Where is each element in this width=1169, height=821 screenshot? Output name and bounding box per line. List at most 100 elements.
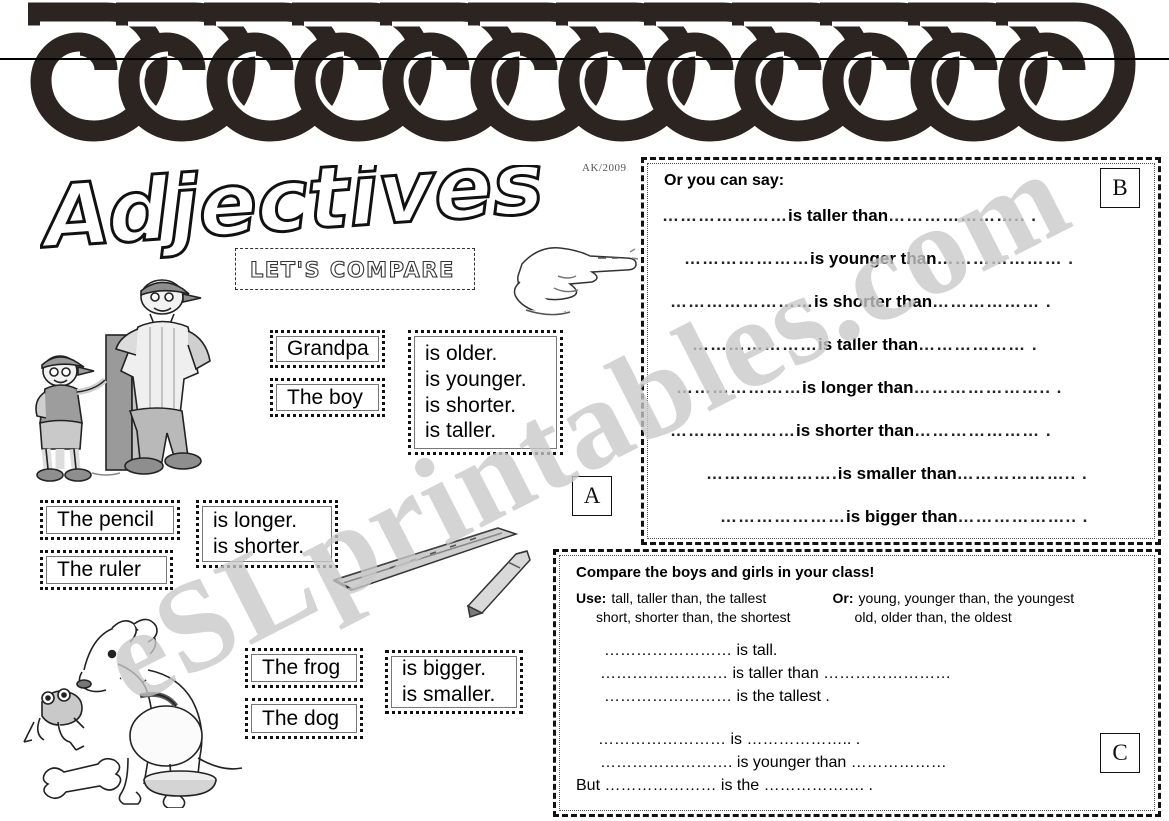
word-box-object-verbs[interactable]: is longer. is shorter. xyxy=(196,500,338,568)
comparative-phrase: is younger than xyxy=(810,249,937,268)
use-line-1: tall, taller than, the tallest xyxy=(611,590,767,606)
fill-in-line[interactable]: …………………… is the tallest . xyxy=(574,685,1140,708)
word-box-people-verbs[interactable]: is older. is younger. is shorter. is tal… xyxy=(408,330,563,455)
section-marker-a: A xyxy=(572,476,612,516)
section-b-inner: Or you can say: ………………… is taller than …… xyxy=(647,163,1155,539)
blank-dots-lead: ………………… xyxy=(676,378,802,397)
lets-compare-text: LET'S COMPARE xyxy=(250,258,455,282)
section-marker-b: B xyxy=(1100,168,1140,208)
fill-in-line[interactable]: …………………. is smaller than ……………….. . xyxy=(662,452,1140,495)
comparative-phrase: is shorter than xyxy=(796,421,915,440)
word-box-animal-verbs[interactable]: is bigger. is smaller. xyxy=(385,650,523,714)
binding-baseline xyxy=(0,58,1169,60)
word-label: The ruler xyxy=(57,558,142,582)
use-line-2: short, shorter than, the shortest xyxy=(596,608,791,625)
or-line-2: old, older than, the oldest xyxy=(854,608,1012,625)
word-box-the-ruler[interactable]: The ruler xyxy=(40,550,173,590)
word-box-inner: The pencil xyxy=(46,506,174,534)
fill-in-line[interactable]: ………………… is taller than ………………….. . xyxy=(662,194,1140,237)
fill-in-line[interactable]: But ………………… is the ………………. . xyxy=(574,774,1140,797)
fill-in-line[interactable]: ………………… is longer than ………………….. . xyxy=(662,366,1140,409)
word-bank-row: Or: young, younger than, the youngest xyxy=(833,589,1075,608)
verb-line: is longer. xyxy=(213,509,298,533)
verb-line: is older. xyxy=(425,342,498,366)
author-credit: AK/2009 xyxy=(582,162,627,174)
word-box-inner: Grandpa xyxy=(276,336,379,362)
section-c-lines: …………………… is tall. …………………… is taller tha… xyxy=(574,639,1140,797)
word-box-the-frog[interactable]: The frog xyxy=(245,648,363,688)
word-label: The frog xyxy=(262,656,341,680)
blank-dots-tail: ………………… . xyxy=(936,249,1075,268)
word-bank-use-column: Use: tall, taller than, the tallest short… xyxy=(576,589,791,627)
word-label: The pencil xyxy=(57,508,154,532)
word-bank-row: old, older than, the oldest xyxy=(833,608,1075,627)
word-bank-or-column: Or: young, younger than, the youngest old… xyxy=(833,589,1075,627)
fill-in-line[interactable]: ………………… is bigger than ……………….. . xyxy=(662,495,1140,538)
fill-in-line[interactable]: …………………… is taller than …………………… xyxy=(574,662,1140,685)
fill-in-line[interactable]: ………………… is shorter than ………………… . xyxy=(662,409,1140,452)
comparative-phrase: is bigger than xyxy=(846,507,958,526)
dog-and-frog-illustration xyxy=(20,608,250,808)
verb-line: is bigger. xyxy=(402,657,487,681)
fill-in-line[interactable]: ………………… is younger than ………………… . xyxy=(662,237,1140,280)
spiral-binding-decoration xyxy=(0,0,1169,150)
comparative-phrase: is smaller than xyxy=(837,464,957,483)
word-box-grandpa[interactable]: Grandpa xyxy=(270,330,385,368)
blank-dots-lead: ………………… xyxy=(684,249,810,268)
word-box-the-dog[interactable]: The dog xyxy=(245,698,363,739)
line-spacer xyxy=(574,708,1140,728)
section-c-panel: Compare the boys and girls in your class… xyxy=(553,549,1161,817)
worksheet-page: eSLprintables.com Adjectives LET'S COMPA… xyxy=(0,0,1169,821)
word-box-inner: The ruler xyxy=(46,556,167,584)
verb-line: is shorter. xyxy=(213,535,305,558)
blank-dots-lead: ………………… xyxy=(662,206,788,225)
section-marker-c: C xyxy=(1100,733,1140,773)
word-label: Grandpa xyxy=(287,337,369,361)
comparative-phrase: is longer than xyxy=(802,378,914,397)
comparative-phrase: is taller than xyxy=(818,335,919,354)
word-bank-row: Use: tall, taller than, the tallest xyxy=(576,589,791,608)
blank-dots-tail: ………………….. . xyxy=(913,378,1063,397)
blank-dots-tail: ……………… . xyxy=(932,292,1052,311)
word-box-inner: The frog xyxy=(251,654,357,682)
verb-line: is smaller. xyxy=(402,683,496,706)
comparative-phrase: is taller than xyxy=(788,206,889,225)
blank-dots-tail: ……………….. . xyxy=(956,464,1088,483)
section-b-heading: Or you can say: xyxy=(664,172,785,189)
section-c-inner: Compare the boys and girls in your class… xyxy=(559,555,1155,811)
blank-dots-tail: ……………… . xyxy=(918,335,1038,354)
comparative-phrase: is shorter than xyxy=(814,292,933,311)
blank-dots-tail: ………………….. . xyxy=(888,206,1038,225)
verb-line: is younger. xyxy=(425,367,527,391)
fill-in-line[interactable]: …………………… is tall. xyxy=(574,639,1140,662)
fill-in-line[interactable]: ……………………. is younger than ……………… xyxy=(574,751,1140,774)
or-line-1: young, younger than, the youngest xyxy=(858,590,1075,606)
blank-dots-tail: ……………….. . xyxy=(957,507,1089,526)
fill-in-line[interactable]: …………………… is shorter than ……………… . xyxy=(662,280,1140,323)
blank-dots-tail: ………………… . xyxy=(914,421,1052,440)
section-c-word-bank: Use: tall, taller than, the tallest short… xyxy=(576,589,1140,627)
boy-and-grandpa-illustration xyxy=(22,275,237,490)
word-box-inner: is older. is younger. is shorter. is tal… xyxy=(414,336,557,449)
verb-line: is taller. xyxy=(425,419,497,443)
word-label: The dog xyxy=(262,706,340,730)
word-box-the-pencil[interactable]: The pencil xyxy=(40,500,180,540)
word-box-the-boy[interactable]: The boy xyxy=(270,378,385,417)
word-box-inner: The boy xyxy=(276,384,379,411)
or-label: Or: xyxy=(832,590,854,606)
word-box-inner: The dog xyxy=(251,704,357,733)
lets-compare-banner: LET'S COMPARE xyxy=(235,248,475,290)
fill-in-line[interactable]: ………………… is taller than ……………… . xyxy=(662,323,1140,366)
use-label: Use: xyxy=(576,590,607,606)
verb-line: is shorter. xyxy=(425,393,517,417)
word-bank-row: short, shorter than, the shortest xyxy=(576,608,791,627)
word-label: The boy xyxy=(287,385,363,409)
word-box-inner: is longer. is shorter. xyxy=(202,506,332,562)
blank-dots-lead: ………………… xyxy=(670,421,796,440)
blank-dots-lead: ………………… xyxy=(720,507,846,526)
blank-dots-lead: ………………… xyxy=(692,335,818,354)
fill-in-line[interactable]: …………………… is ……………….. . xyxy=(574,728,1140,751)
blank-dots-lead: …………………. xyxy=(706,464,838,483)
section-b-panel: Or you can say: ………………… is taller than …… xyxy=(641,157,1161,545)
section-b-lines: ………………… is taller than ………………….. . ……………… xyxy=(662,194,1140,538)
